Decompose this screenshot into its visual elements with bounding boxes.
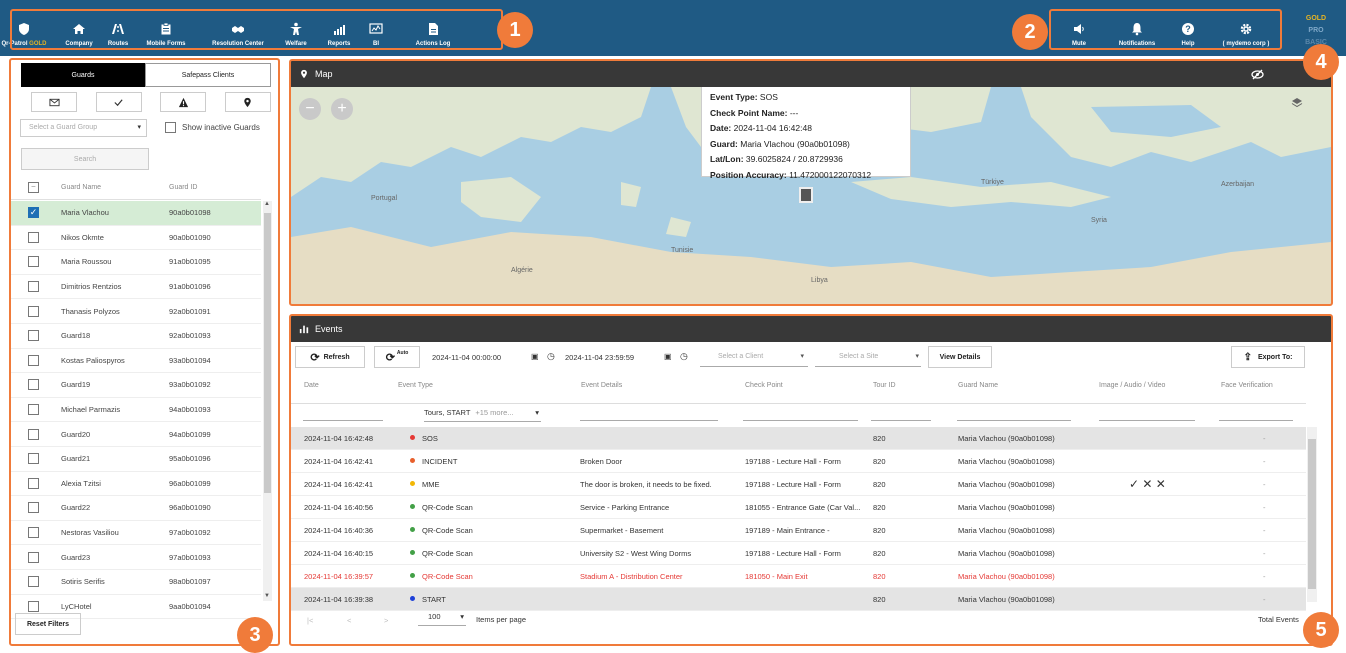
highlight-events-panel xyxy=(289,314,1333,646)
callout-2: 2 xyxy=(1012,14,1048,50)
highlight-main-nav xyxy=(10,9,503,50)
highlight-guards-panel xyxy=(9,58,280,646)
callout-1: 1 xyxy=(497,12,533,48)
highlight-utility-nav xyxy=(1049,9,1282,50)
callout-5: 5 xyxy=(1303,612,1339,648)
highlight-map-panel xyxy=(289,59,1333,306)
callout-4: 4 xyxy=(1303,44,1339,80)
